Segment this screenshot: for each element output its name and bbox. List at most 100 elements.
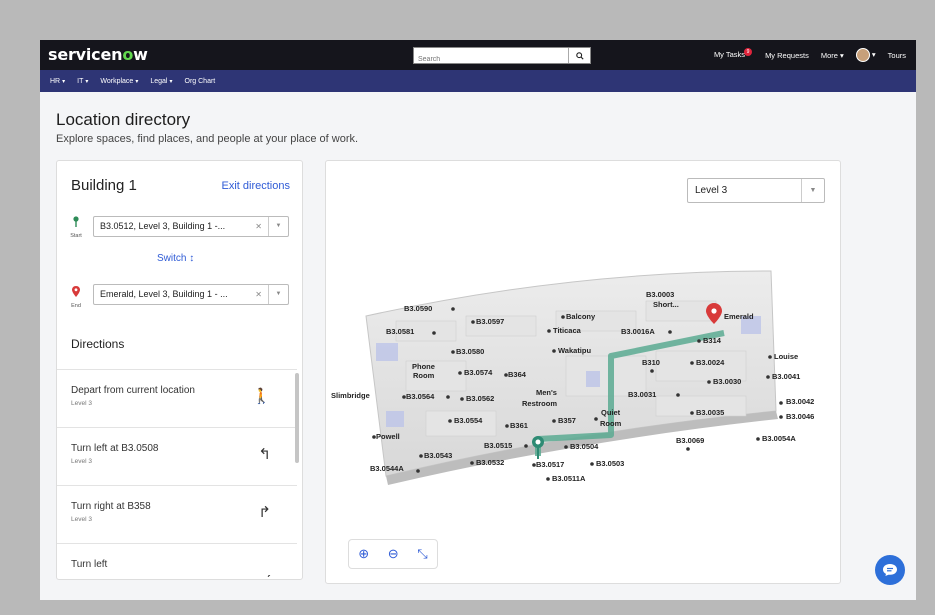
clear-icon[interactable]: ✕ xyxy=(255,217,262,236)
directions-panel: Building 1 Exit directions Start B3.0512… xyxy=(56,160,303,580)
user-menu[interactable]: ▾ xyxy=(855,48,876,62)
start-location-value: B3.0512, Level 3, Building 1 -... xyxy=(100,221,226,231)
svg-text:Short...: Short... xyxy=(653,300,679,309)
svg-text:B3.0041: B3.0041 xyxy=(772,372,800,381)
svg-text:B3.0544A: B3.0544A xyxy=(370,464,404,473)
svg-text:B3.0581: B3.0581 xyxy=(386,327,414,336)
tours-link[interactable]: Tours xyxy=(888,51,906,60)
search-button[interactable] xyxy=(568,48,590,63)
search-icon xyxy=(575,51,584,60)
svg-text:Emerald: Emerald xyxy=(724,312,754,321)
direction-step[interactable]: Turn right at B358 Level 3 ↱ xyxy=(57,485,297,541)
chevron-down-icon[interactable]: ▼ xyxy=(801,179,824,202)
chevron-down-icon: ▾ xyxy=(169,78,173,85)
svg-text:Phone: Phone xyxy=(412,362,435,371)
svg-text:B3.0580: B3.0580 xyxy=(456,347,484,356)
map-panel: Level 3 ▼ B3.0003 Short... Emerald B3.05… xyxy=(325,160,841,584)
more-menu[interactable]: More ▾ xyxy=(821,51,844,60)
svg-text:B3.0517: B3.0517 xyxy=(536,460,564,469)
fit-to-screen-icon[interactable]: ⤡ xyxy=(417,546,427,562)
top-header: servicenow My Tasks9 My Requests More ▾ … xyxy=(40,40,916,70)
swap-vertical-icon: ↕ xyxy=(189,253,195,264)
direction-step[interactable]: Depart from current location Level 3 🚶 xyxy=(57,369,297,425)
svg-text:B3.0562: B3.0562 xyxy=(466,394,494,403)
svg-text:B3.0503: B3.0503 xyxy=(596,459,624,468)
end-location-value: Emerald, Level 3, Building 1 - ... xyxy=(100,289,228,299)
turn-left-icon: ↰ xyxy=(258,446,271,463)
svg-text:Louise: Louise xyxy=(774,352,798,361)
chevron-down-icon: ▾ xyxy=(871,49,876,59)
svg-text:Powell: Powell xyxy=(376,432,400,441)
svg-text:B3.0003: B3.0003 xyxy=(646,290,674,299)
floor-map[interactable]: B3.0003 Short... Emerald B3.0590 B3.0597… xyxy=(326,261,841,521)
clear-icon[interactable]: ✕ xyxy=(255,285,262,304)
svg-text:B361: B361 xyxy=(510,421,528,430)
map-zoom-controls: ⊕ ⊖ ⤡ xyxy=(348,539,438,569)
switch-button[interactable]: Switch ↕ xyxy=(157,253,194,264)
svg-text:B3.0511A: B3.0511A xyxy=(552,474,586,483)
directions-heading: Directions xyxy=(71,337,125,351)
svg-text:Room: Room xyxy=(600,419,622,428)
start-marker: Start xyxy=(67,214,85,239)
app-window: servicenow My Tasks9 My Requests More ▾ … xyxy=(40,40,916,600)
svg-text:Slimbridge: Slimbridge xyxy=(331,391,370,400)
building-name: Building 1 xyxy=(71,177,137,194)
svg-text:Quiet: Quiet xyxy=(601,408,621,417)
svg-text:B314: B314 xyxy=(703,336,722,345)
end-location-select[interactable]: Emerald, Level 3, Building 1 - ... ✕ ▼ xyxy=(93,284,289,305)
page-title: Location directory xyxy=(56,110,191,129)
svg-text:B3.0046: B3.0046 xyxy=(786,412,814,421)
svg-text:Restroom: Restroom xyxy=(522,399,557,408)
exit-directions-link[interactable]: Exit directions xyxy=(222,180,290,192)
chevron-down-icon[interactable]: ▼ xyxy=(268,285,288,304)
global-search xyxy=(413,47,591,67)
nav-org-chart[interactable]: Org Chart xyxy=(185,78,216,85)
turn-right-icon: ↱ xyxy=(258,504,271,521)
scrollbar[interactable] xyxy=(295,373,299,463)
direction-step[interactable]: Turn left at B3.0508 Level 3 ↰ xyxy=(57,427,297,483)
chat-button[interactable] xyxy=(875,555,905,585)
svg-text:B3.0590: B3.0590 xyxy=(404,304,432,313)
svg-text:B3.0054A: B3.0054A xyxy=(762,434,796,443)
svg-text:B3.0035: B3.0035 xyxy=(696,408,724,417)
walking-person-icon: 🚶 xyxy=(252,388,271,405)
level-select[interactable]: Level 3 ▼ xyxy=(687,178,825,203)
svg-text:Balcony: Balcony xyxy=(566,312,596,321)
svg-text:B357: B357 xyxy=(558,416,576,425)
avatar xyxy=(855,48,870,62)
end-marker: End xyxy=(67,284,85,309)
svg-text:B3.0597: B3.0597 xyxy=(476,317,504,326)
nav-hr[interactable]: HR ▾ xyxy=(50,78,65,85)
chevron-down-icon: ▾ xyxy=(135,78,139,85)
nav-workplace[interactable]: Workplace ▾ xyxy=(100,78,138,85)
svg-text:B3.0030: B3.0030 xyxy=(713,377,741,386)
turn-icon: ˏ xyxy=(266,561,271,578)
svg-text:Men's: Men's xyxy=(536,388,557,397)
direction-step[interactable]: Turn left ˏ xyxy=(57,543,297,579)
chevron-down-icon: ▾ xyxy=(85,78,89,85)
my-requests-link[interactable]: My Requests xyxy=(765,51,809,60)
svg-text:B3.0532: B3.0532 xyxy=(476,458,504,467)
zoom-in-icon[interactable]: ⊕ xyxy=(358,546,369,562)
start-location-select[interactable]: B3.0512, Level 3, Building 1 -... ✕ ▼ xyxy=(93,216,289,237)
svg-text:Room: Room xyxy=(413,371,435,380)
search-input[interactable] xyxy=(414,52,566,67)
chat-bubble-icon xyxy=(883,564,897,576)
my-tasks-link[interactable]: My Tasks 9 xyxy=(714,48,753,60)
svg-text:B3.0042: B3.0042 xyxy=(786,397,814,406)
zoom-out-icon[interactable]: ⊖ xyxy=(388,546,399,562)
svg-text:B3.0564: B3.0564 xyxy=(406,392,435,401)
svg-text:B3.0574: B3.0574 xyxy=(464,368,493,377)
svg-text:B3.0543: B3.0543 xyxy=(424,451,452,460)
start-pin-icon xyxy=(73,216,79,227)
brand-logo[interactable]: servicenow xyxy=(48,45,148,64)
svg-text:B3.0069: B3.0069 xyxy=(676,436,704,445)
svg-text:B3.0031: B3.0031 xyxy=(628,390,656,399)
svg-text:B310: B310 xyxy=(642,358,660,367)
chevron-down-icon[interactable]: ▼ xyxy=(268,217,288,236)
nav-legal[interactable]: Legal ▾ xyxy=(150,78,172,85)
chevron-down-icon: ▾ xyxy=(62,78,66,85)
page-subtitle: Explore spaces, find places, and people … xyxy=(56,133,359,145)
svg-text:B364: B364 xyxy=(508,370,527,379)
nav-it[interactable]: IT ▾ xyxy=(77,78,88,85)
